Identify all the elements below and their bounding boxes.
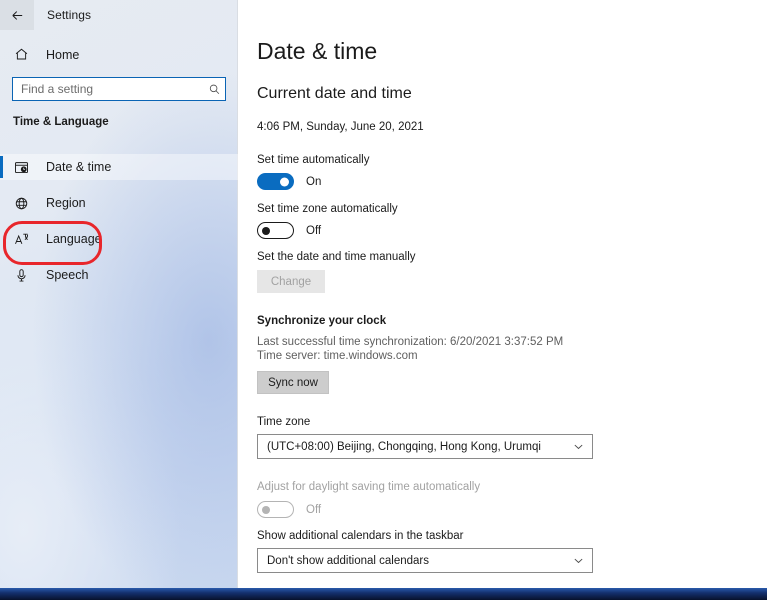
sidebar-item-date-time-label: Date & time (46, 160, 111, 174)
additional-calendars-label: Show additional calendars in the taskbar (257, 530, 464, 542)
set-timezone-automatically-label: Set time zone automatically (257, 203, 398, 215)
main-content: Date & time Current date and time 4:06 P… (239, 0, 767, 588)
page-title: Date & time (257, 38, 377, 65)
daylight-saving-toggle-row: Off (257, 501, 321, 518)
back-arrow-icon (10, 8, 25, 23)
language-icon (14, 232, 32, 247)
daylight-saving-label: Adjust for daylight saving time automati… (257, 481, 480, 493)
set-manually-label: Set the date and time manually (257, 251, 416, 263)
set-time-automatically-label: Set time automatically (257, 154, 370, 166)
sidebar-nav-list: Date & time Region (0, 154, 238, 298)
sidebar-item-region-label: Region (46, 196, 86, 210)
settings-window: Settings Home Time & Language (0, 0, 767, 588)
set-time-automatically-toggle-row[interactable]: On (257, 173, 321, 190)
app-title: Settings (47, 8, 91, 22)
sidebar-item-language[interactable]: Language (0, 226, 238, 252)
microphone-icon (14, 268, 32, 283)
change-button[interactable]: Change (257, 270, 325, 293)
taskbar[interactable] (0, 587, 767, 600)
set-timezone-automatically-toggle-row[interactable]: Off (257, 222, 321, 239)
search-input[interactable] (13, 78, 203, 100)
sync-now-button[interactable]: Sync now (257, 371, 329, 394)
synchronize-title: Synchronize your clock (257, 315, 386, 327)
time-zone-value: (UTC+08:00) Beijing, Chongqing, Hong Kon… (267, 441, 541, 453)
time-zone-label: Time zone (257, 416, 310, 428)
set-timezone-automatically-toggle[interactable] (257, 222, 294, 239)
search-box[interactable] (12, 77, 226, 101)
additional-calendars-value: Don't show additional calendars (267, 555, 429, 567)
back-button[interactable] (0, 0, 34, 30)
calendar-clock-icon (14, 160, 32, 175)
globe-icon (14, 196, 32, 211)
time-server-text: Time server: time.windows.com (257, 350, 418, 362)
set-time-automatically-toggle[interactable] (257, 173, 294, 190)
chevron-down-icon (573, 441, 584, 452)
sidebar-item-speech[interactable]: Speech (0, 262, 238, 288)
sidebar-item-home[interactable]: Home (0, 42, 238, 67)
additional-calendars-select[interactable]: Don't show additional calendars (257, 548, 593, 573)
daylight-saving-state: Off (306, 504, 321, 516)
toggle-knob (262, 227, 270, 235)
titlebar-left: Settings (0, 0, 91, 30)
chevron-down-icon (573, 555, 584, 566)
toggle-knob (262, 506, 270, 514)
sidebar-item-home-label: Home (46, 48, 79, 62)
set-time-automatically-state: On (306, 176, 321, 188)
last-sync-text: Last successful time synchronization: 6/… (257, 336, 563, 348)
sidebar-item-date-time[interactable]: Date & time (0, 154, 238, 180)
home-icon (14, 47, 32, 62)
section-title-current-date-time: Current date and time (257, 85, 412, 103)
sidebar-item-region[interactable]: Region (0, 190, 238, 216)
sidebar-item-language-label: Language (46, 232, 102, 246)
sidebar-group-title: Time & Language (13, 116, 109, 128)
daylight-saving-toggle (257, 501, 294, 518)
toggle-knob (280, 177, 289, 186)
search-icon[interactable] (203, 83, 225, 96)
set-timezone-automatically-state: Off (306, 225, 321, 237)
sidebar-item-speech-label: Speech (46, 268, 88, 282)
time-zone-select[interactable]: (UTC+08:00) Beijing, Chongqing, Hong Kon… (257, 434, 593, 459)
sidebar: Settings Home Time & Language (0, 0, 238, 588)
current-datetime-value: 4:06 PM, Sunday, June 20, 2021 (257, 121, 424, 133)
